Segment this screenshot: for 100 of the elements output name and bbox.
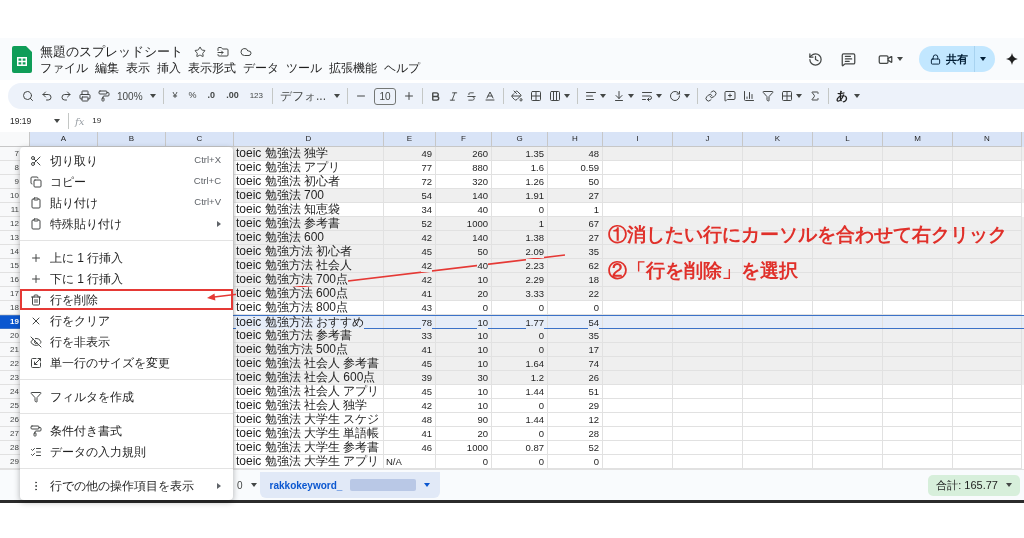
strikethrough-icon[interactable]: [466, 90, 477, 102]
row-header[interactable]: 14: [0, 245, 20, 259]
menu-item[interactable]: 貼り付け Ctrl+V: [20, 192, 233, 213]
input-tools-button[interactable]: あ: [836, 87, 860, 105]
row-header[interactable]: 18: [0, 301, 20, 315]
arrow-down-to-line-icon[interactable]: [613, 90, 625, 102]
row-header[interactable]: 20: [0, 329, 20, 343]
menu-item[interactable]: 行での他の操作項目を表示: [20, 475, 233, 496]
bar-chart-icon[interactable]: [743, 90, 755, 102]
row-header[interactable]: 29: [0, 455, 20, 469]
caret-icon[interactable]: [628, 94, 634, 98]
star-icon[interactable]: [194, 45, 206, 58]
folder-icon[interactable]: [217, 45, 229, 58]
font-size-field[interactable]: 10: [374, 87, 396, 105]
columns-icon[interactable]: [549, 90, 561, 102]
menu-item[interactable]: 行をクリア: [20, 310, 233, 331]
caret-icon[interactable]: [54, 119, 60, 123]
menu-bar-item[interactable]: 表示形式: [188, 60, 236, 75]
decimal-decrease-button[interactable]: .0: [205, 89, 218, 103]
sparkle-icon[interactable]: [1006, 53, 1018, 65]
underlined-letter-icon[interactable]: [484, 90, 496, 102]
align-left-icon[interactable]: [585, 90, 597, 102]
link-icon[interactable]: [705, 90, 717, 102]
number-format-button[interactable]: 123: [247, 90, 265, 102]
menu-item[interactable]: コピー Ctrl+C: [20, 171, 233, 192]
caret-icon[interactable]: [334, 94, 340, 98]
menu-bar-item[interactable]: ヘルプ: [384, 60, 420, 75]
menu-bar-item[interactable]: 挿入: [157, 60, 181, 75]
menu-item[interactable]: 条件付き書式: [20, 420, 233, 441]
row-header[interactable]: 22: [0, 357, 20, 371]
caret-icon[interactable]: [149, 94, 156, 98]
menu-bar-item[interactable]: 表示: [126, 60, 150, 75]
caret-icon[interactable]: [656, 94, 662, 98]
caret-icon[interactable]: [980, 57, 986, 61]
currency-format-button[interactable]: ¥: [170, 89, 180, 103]
menu-bar-item[interactable]: 拡張機能: [329, 60, 377, 75]
menu-item[interactable]: 行を非表示: [20, 331, 233, 352]
menu-bar-item[interactable]: ファイル: [40, 60, 88, 75]
menu-item[interactable]: 単一行のサイズを変更: [20, 352, 233, 373]
printer-icon[interactable]: [79, 90, 91, 102]
lock-icon[interactable]: [930, 53, 941, 65]
row-header[interactable]: 12: [0, 217, 20, 231]
name-box[interactable]: 19:19: [10, 114, 54, 128]
row-header[interactable]: 27: [0, 427, 20, 441]
filter-icon[interactable]: [762, 90, 774, 102]
caret-icon[interactable]: [897, 57, 903, 61]
row-header[interactable]: 25: [0, 399, 20, 413]
comment-plus-icon[interactable]: [724, 90, 736, 102]
menu-item[interactable]: 下に 1 行挿入: [20, 268, 233, 289]
menu-bar-item[interactable]: データ: [243, 60, 279, 75]
caret-icon[interactable]: [684, 94, 690, 98]
menu-bar-item[interactable]: 編集: [95, 60, 119, 75]
caret-icon[interactable]: [250, 483, 257, 487]
sigma-icon[interactable]: [809, 90, 821, 102]
row-header[interactable]: 19: [0, 316, 20, 328]
sum-button[interactable]: 合計: 165.77: [928, 474, 1020, 496]
redo-icon[interactable]: [60, 90, 72, 102]
share-button[interactable]: 共有: [919, 46, 995, 72]
formula-input[interactable]: 19: [92, 115, 102, 127]
decimal-increase-button[interactable]: .00: [224, 89, 241, 103]
wrap-text-icon[interactable]: [641, 90, 653, 102]
row-header[interactable]: 11: [0, 203, 20, 217]
font-dropdown[interactable]: デフォ...: [280, 87, 340, 105]
percent-format-button[interactable]: %: [186, 89, 199, 103]
row-header[interactable]: 24: [0, 385, 20, 399]
search-icon[interactable]: [22, 90, 34, 102]
spreadsheet-logo-icon[interactable]: [12, 45, 32, 73]
row-header[interactable]: 16: [0, 273, 20, 287]
row-header[interactable]: 17: [0, 287, 20, 301]
history-icon[interactable]: [808, 51, 823, 67]
plus-icon[interactable]: [403, 90, 415, 102]
sheet-tab[interactable]: rakkokeyword_: [259, 472, 440, 498]
grid-icon[interactable]: [530, 90, 542, 102]
menu-item[interactable]: 切り取り Ctrl+X: [20, 150, 233, 171]
italic-icon[interactable]: [448, 90, 459, 102]
menu-item[interactable]: 行を削除: [20, 289, 233, 310]
menu-item[interactable]: 特殊貼り付け: [20, 213, 233, 234]
zoom-dropdown[interactable]: 100%: [117, 88, 156, 104]
row-header[interactable]: 13: [0, 231, 20, 245]
row-header[interactable]: 10: [0, 189, 20, 203]
caret-icon[interactable]: [854, 94, 860, 98]
grid-icon[interactable]: [781, 90, 793, 102]
menu-item[interactable]: フィルタを作成: [20, 386, 233, 407]
caret-icon[interactable]: [600, 94, 606, 98]
row-header[interactable]: 21: [0, 343, 20, 357]
row-header[interactable]: 28: [0, 441, 20, 455]
paint-roller-icon[interactable]: [98, 90, 110, 102]
caret-icon[interactable]: [1006, 483, 1012, 487]
undo-icon[interactable]: [41, 90, 53, 102]
row-header[interactable]: 26: [0, 413, 20, 427]
rotate-icon[interactable]: [669, 90, 681, 102]
sheet-tab[interactable]: 0: [234, 472, 260, 498]
row-header[interactable]: 9: [0, 175, 20, 189]
row-header[interactable]: 15: [0, 259, 20, 273]
cloud-icon[interactable]: [240, 45, 252, 58]
comment-icon[interactable]: [841, 51, 856, 67]
row-header[interactable]: 8: [0, 161, 20, 175]
caret-icon[interactable]: [796, 94, 802, 98]
row-header[interactable]: 7: [0, 147, 20, 161]
paint-bucket-icon[interactable]: [511, 90, 523, 102]
